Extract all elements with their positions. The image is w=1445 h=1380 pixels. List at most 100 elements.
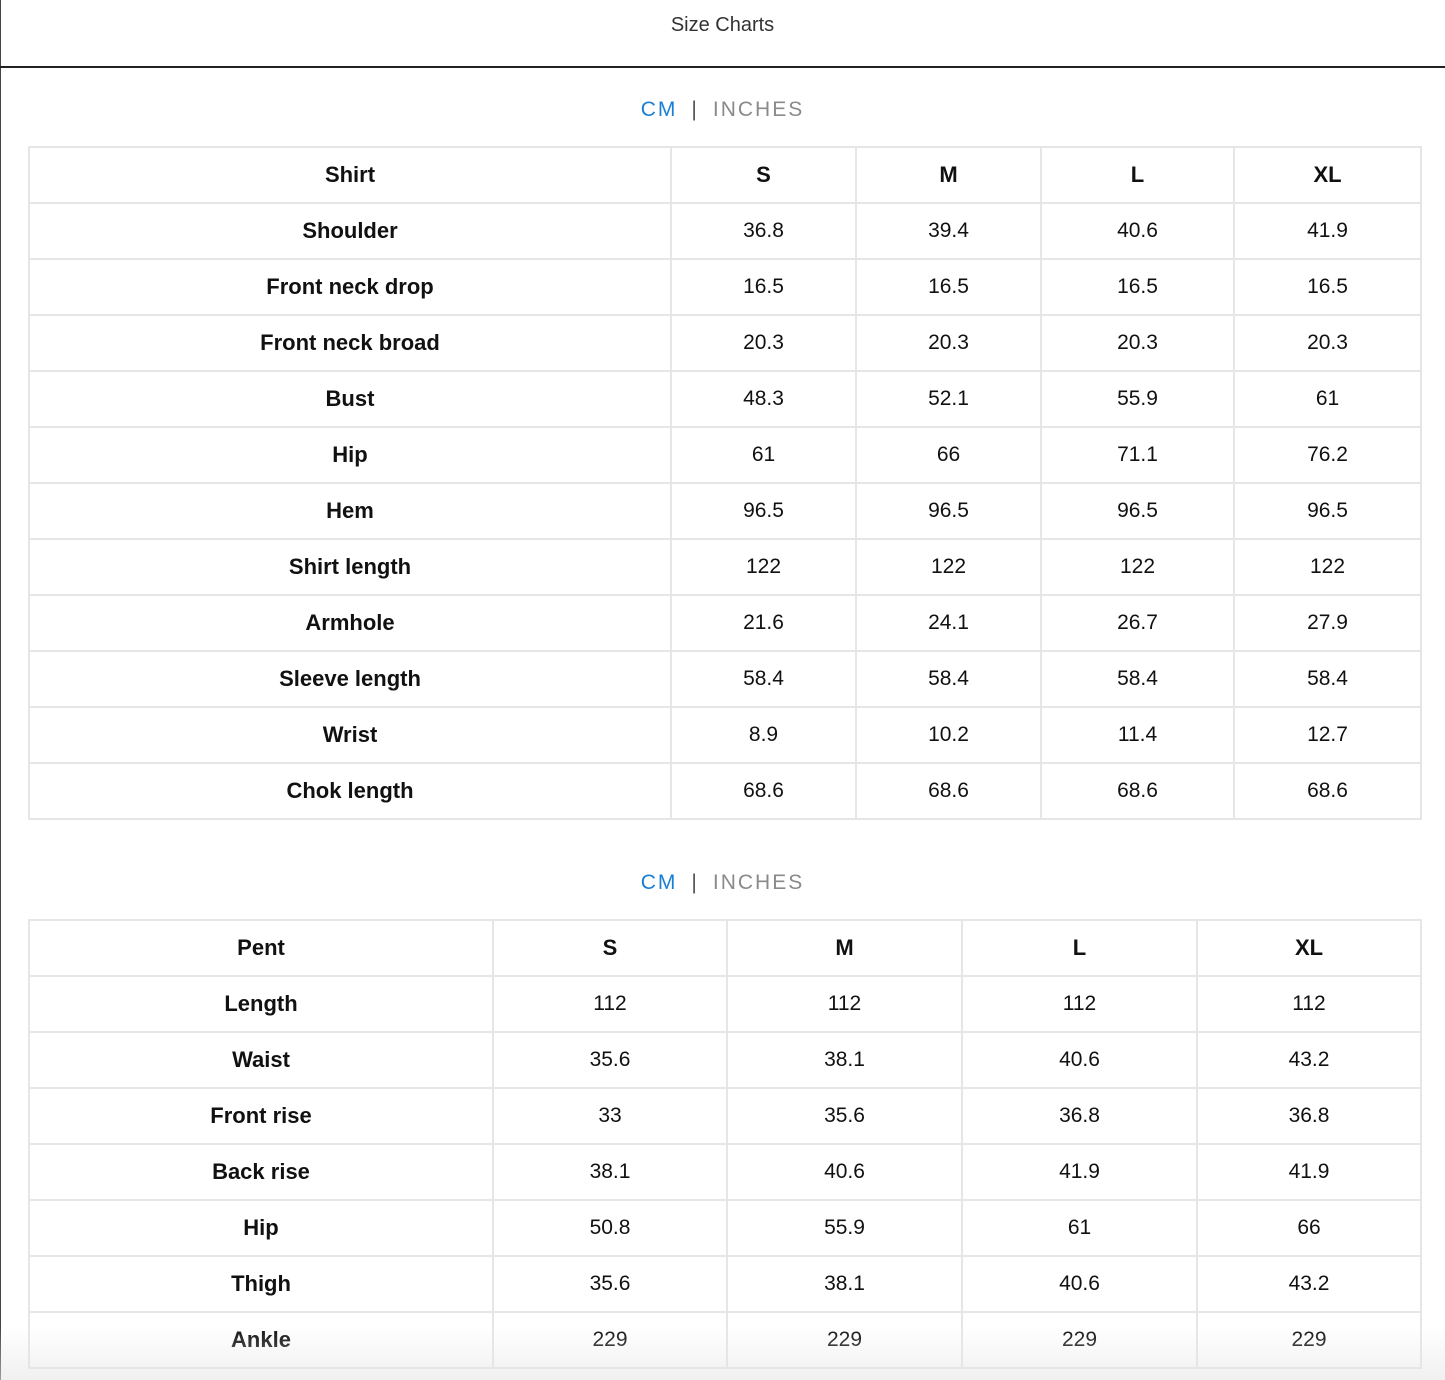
table-header-row: Pent S M L XL [28, 919, 1422, 977]
measurement-value: 68.6 [1233, 762, 1422, 820]
measurement-label: Shirt length [28, 538, 672, 596]
measurement-value: 16.5 [1040, 258, 1235, 316]
measurement-value: 112 [726, 975, 963, 1033]
table-row: Hem 96.5 96.5 96.5 96.5 [28, 482, 1422, 540]
measurement-value: 27.9 [1233, 594, 1422, 652]
measurement-label: Thigh [28, 1255, 494, 1313]
measurement-value: 229 [492, 1311, 728, 1369]
measurement-value: 38.1 [492, 1143, 728, 1201]
measurement-value: 38.1 [726, 1031, 963, 1089]
measurement-value: 112 [961, 975, 1198, 1033]
measurement-value: 58.4 [1040, 650, 1235, 708]
table-row: Shoulder 36.8 39.4 40.6 41.9 [28, 202, 1422, 260]
measurement-value: 48.3 [670, 370, 857, 428]
measurement-value: 35.6 [492, 1255, 728, 1313]
measurement-value: 26.7 [1040, 594, 1235, 652]
table-row: Sleeve length 58.4 58.4 58.4 58.4 [28, 650, 1422, 708]
measurement-value: 41.9 [961, 1143, 1198, 1201]
measurement-value: 50.8 [492, 1199, 728, 1257]
measurement-value: 11.4 [1040, 706, 1235, 764]
measurement-value: 58.4 [855, 650, 1042, 708]
shirt-unit-cm-tab[interactable]: CM [641, 98, 678, 121]
shirt-size-table: Shirt S M L XL Shoulder 36.8 39.4 40.6 41.9 Front … [28, 146, 1422, 820]
measurement-value: 112 [1196, 975, 1422, 1033]
shirt-unit-inches-tab[interactable]: INCHES [713, 98, 804, 121]
measurement-label: Hip [28, 426, 672, 484]
measurement-label: Chok length [28, 762, 672, 820]
table-header-title: Pent [28, 919, 494, 977]
table-row: Wrist 8.9 10.2 11.4 12.7 [28, 706, 1422, 764]
table-row: Hip 61 66 71.1 76.2 [28, 426, 1422, 484]
measurement-value: 40.6 [1040, 202, 1235, 260]
measurement-value: 35.6 [492, 1031, 728, 1089]
table-row: Thigh 35.6 38.1 40.6 43.2 [28, 1255, 1422, 1313]
measurement-value: 41.9 [1233, 202, 1422, 260]
table-row: Front neck broad 20.3 20.3 20.3 20.3 [28, 314, 1422, 372]
measurement-value: 39.4 [855, 202, 1042, 260]
measurement-value: 229 [961, 1311, 1198, 1369]
measurement-value: 122 [1233, 538, 1422, 596]
size-column-header: M [855, 146, 1042, 204]
size-column-header: M [726, 919, 963, 977]
measurement-value: 20.3 [1040, 314, 1235, 372]
measurement-value: 61 [1233, 370, 1422, 428]
measurement-label: Shoulder [28, 202, 672, 260]
table-row: Waist 35.6 38.1 40.6 43.2 [28, 1031, 1422, 1089]
measurement-label: Front rise [28, 1087, 494, 1145]
measurement-value: 8.9 [670, 706, 857, 764]
table-header-row: Shirt S M L XL [28, 146, 1422, 204]
measurement-value: 122 [855, 538, 1042, 596]
size-column-header: L [1040, 146, 1235, 204]
modal-title: Size Charts [670, 14, 775, 36]
measurement-value: 38.1 [726, 1255, 963, 1313]
measurement-label: Wrist [28, 706, 672, 764]
measurement-label: Waist [28, 1031, 494, 1089]
measurement-value: 16.5 [670, 258, 857, 316]
measurement-value: 71.1 [1040, 426, 1235, 484]
measurement-value: 40.6 [961, 1255, 1198, 1313]
measurement-value: 40.6 [961, 1031, 1198, 1089]
measurement-value: 41.9 [1196, 1143, 1422, 1201]
measurement-value: 43.2 [1196, 1255, 1422, 1313]
table-row: Bust 48.3 52.1 55.9 61 [28, 370, 1422, 428]
measurement-value: 20.3 [855, 314, 1042, 372]
size-column-header: L [961, 919, 1198, 977]
pent-size-table: Pent S M L XL Length 112 112 112 112 Waist 35.6 38.1… [28, 919, 1422, 1369]
measurement-value: 229 [1196, 1311, 1422, 1369]
size-column-header: XL [1233, 146, 1422, 204]
measurement-value: 16.5 [855, 258, 1042, 316]
measurement-value: 21.6 [670, 594, 857, 652]
measurement-value: 40.6 [726, 1143, 963, 1201]
measurement-value: 96.5 [670, 482, 857, 540]
measurement-value: 68.6 [1040, 762, 1235, 820]
unit-separator: | [691, 871, 699, 894]
measurement-value: 36.8 [670, 202, 857, 260]
measurement-label: Sleeve length [28, 650, 672, 708]
measurement-value: 68.6 [670, 762, 857, 820]
table-row: Length 112 112 112 112 [28, 975, 1422, 1033]
pent-unit-inches-tab[interactable]: INCHES [713, 871, 804, 894]
measurement-value: 12.7 [1233, 706, 1422, 764]
measurement-value: 61 [961, 1199, 1198, 1257]
measurement-value: 66 [855, 426, 1042, 484]
shirt-unit-toggle: CM | INCHES [0, 98, 1445, 122]
measurement-value: 55.9 [726, 1199, 963, 1257]
table-row: Front rise 33 35.6 36.8 36.8 [28, 1087, 1422, 1145]
table-row: Armhole 21.6 24.1 26.7 27.9 [28, 594, 1422, 652]
modal-header: Size Charts [0, 0, 1445, 68]
measurement-label: Length [28, 975, 494, 1033]
measurement-value: 68.6 [855, 762, 1042, 820]
pent-table-body: Pent S M L XL Length 112 112 112 112 Waist 35.6 38.1… [28, 919, 1422, 1369]
measurement-value: 24.1 [855, 594, 1042, 652]
measurement-value: 58.4 [670, 650, 857, 708]
table-header-title: Shirt [28, 146, 672, 204]
measurement-value: 96.5 [1040, 482, 1235, 540]
measurement-value: 112 [492, 975, 728, 1033]
pent-unit-cm-tab[interactable]: CM [641, 871, 678, 894]
table-row: Front neck drop 16.5 16.5 16.5 16.5 [28, 258, 1422, 316]
pent-unit-toggle: CM | INCHES [0, 871, 1445, 895]
measurement-value: 229 [726, 1311, 963, 1369]
table-row: Shirt length 122 122 122 122 [28, 538, 1422, 596]
measurement-value: 122 [1040, 538, 1235, 596]
shirt-table-body: Shirt S M L XL Shoulder 36.8 39.4 40.6 41.9 Front … [28, 146, 1422, 820]
